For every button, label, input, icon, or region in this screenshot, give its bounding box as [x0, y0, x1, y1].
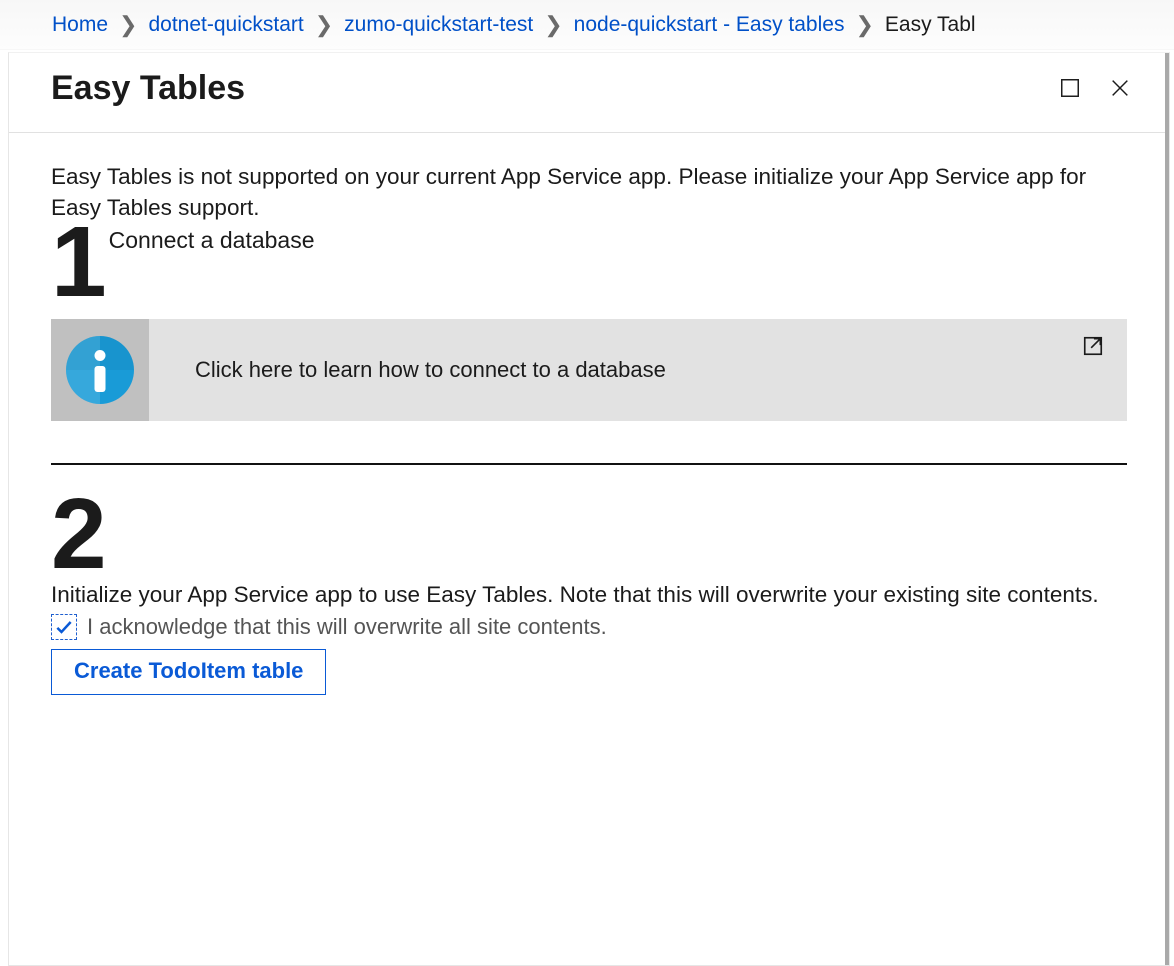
maximize-icon[interactable] — [1059, 77, 1081, 99]
chevron-right-icon: ❯ — [844, 14, 884, 36]
info-icon-box — [51, 319, 149, 421]
chevron-right-icon: ❯ — [304, 14, 344, 36]
intro-text: Easy Tables is not supported on your cur… — [51, 161, 1101, 223]
scrollbar[interactable] — [1165, 53, 1169, 965]
blade-header-actions — [1059, 69, 1131, 99]
check-icon — [54, 617, 74, 637]
breadcrumb-node-quickstart-easy-tables[interactable]: node-quickstart - Easy tables — [574, 13, 845, 37]
info-text: Click here to learn how to connect to a … — [149, 319, 1059, 421]
create-todoitem-table-button[interactable]: Create TodoItem table — [51, 649, 326, 695]
blade-title: Easy Tables — [51, 69, 245, 108]
connect-database-info-link[interactable]: Click here to learn how to connect to a … — [51, 319, 1127, 421]
step-2-text: Initialize your App Service app to use E… — [51, 579, 1101, 610]
breadcrumb-current: Easy Tabl — [885, 13, 976, 37]
chevron-right-icon: ❯ — [108, 14, 148, 36]
info-icon — [66, 336, 134, 404]
breadcrumb-zumo-quickstart-test[interactable]: zumo-quickstart-test — [344, 13, 533, 37]
acknowledge-checkbox[interactable] — [51, 614, 77, 640]
step-1-header: 1 Connect a database — [51, 223, 1127, 307]
step-1-number: 1 — [51, 217, 109, 307]
acknowledge-label: I acknowledge that this will overwrite a… — [87, 612, 607, 642]
step-divider — [51, 463, 1127, 465]
breadcrumb-home[interactable]: Home — [52, 13, 108, 37]
external-link-icon — [1082, 335, 1104, 357]
breadcrumb: Home ❯ dotnet-quickstart ❯ zumo-quicksta… — [0, 0, 1174, 50]
easy-tables-blade: Easy Tables Easy Tables is not supported… — [8, 52, 1170, 966]
breadcrumb-dotnet-quickstart[interactable]: dotnet-quickstart — [148, 13, 303, 37]
blade-header: Easy Tables — [9, 53, 1169, 133]
step-2-number: 2 — [51, 489, 109, 579]
blade-body: Easy Tables is not supported on your cur… — [9, 133, 1169, 695]
close-icon[interactable] — [1109, 77, 1131, 99]
step-2-header: 2 — [51, 483, 1127, 579]
external-link-box — [1059, 319, 1127, 421]
chevron-right-icon: ❯ — [533, 14, 573, 36]
step-1-title: Connect a database — [109, 223, 315, 257]
acknowledge-row: I acknowledge that this will overwrite a… — [51, 612, 1127, 642]
